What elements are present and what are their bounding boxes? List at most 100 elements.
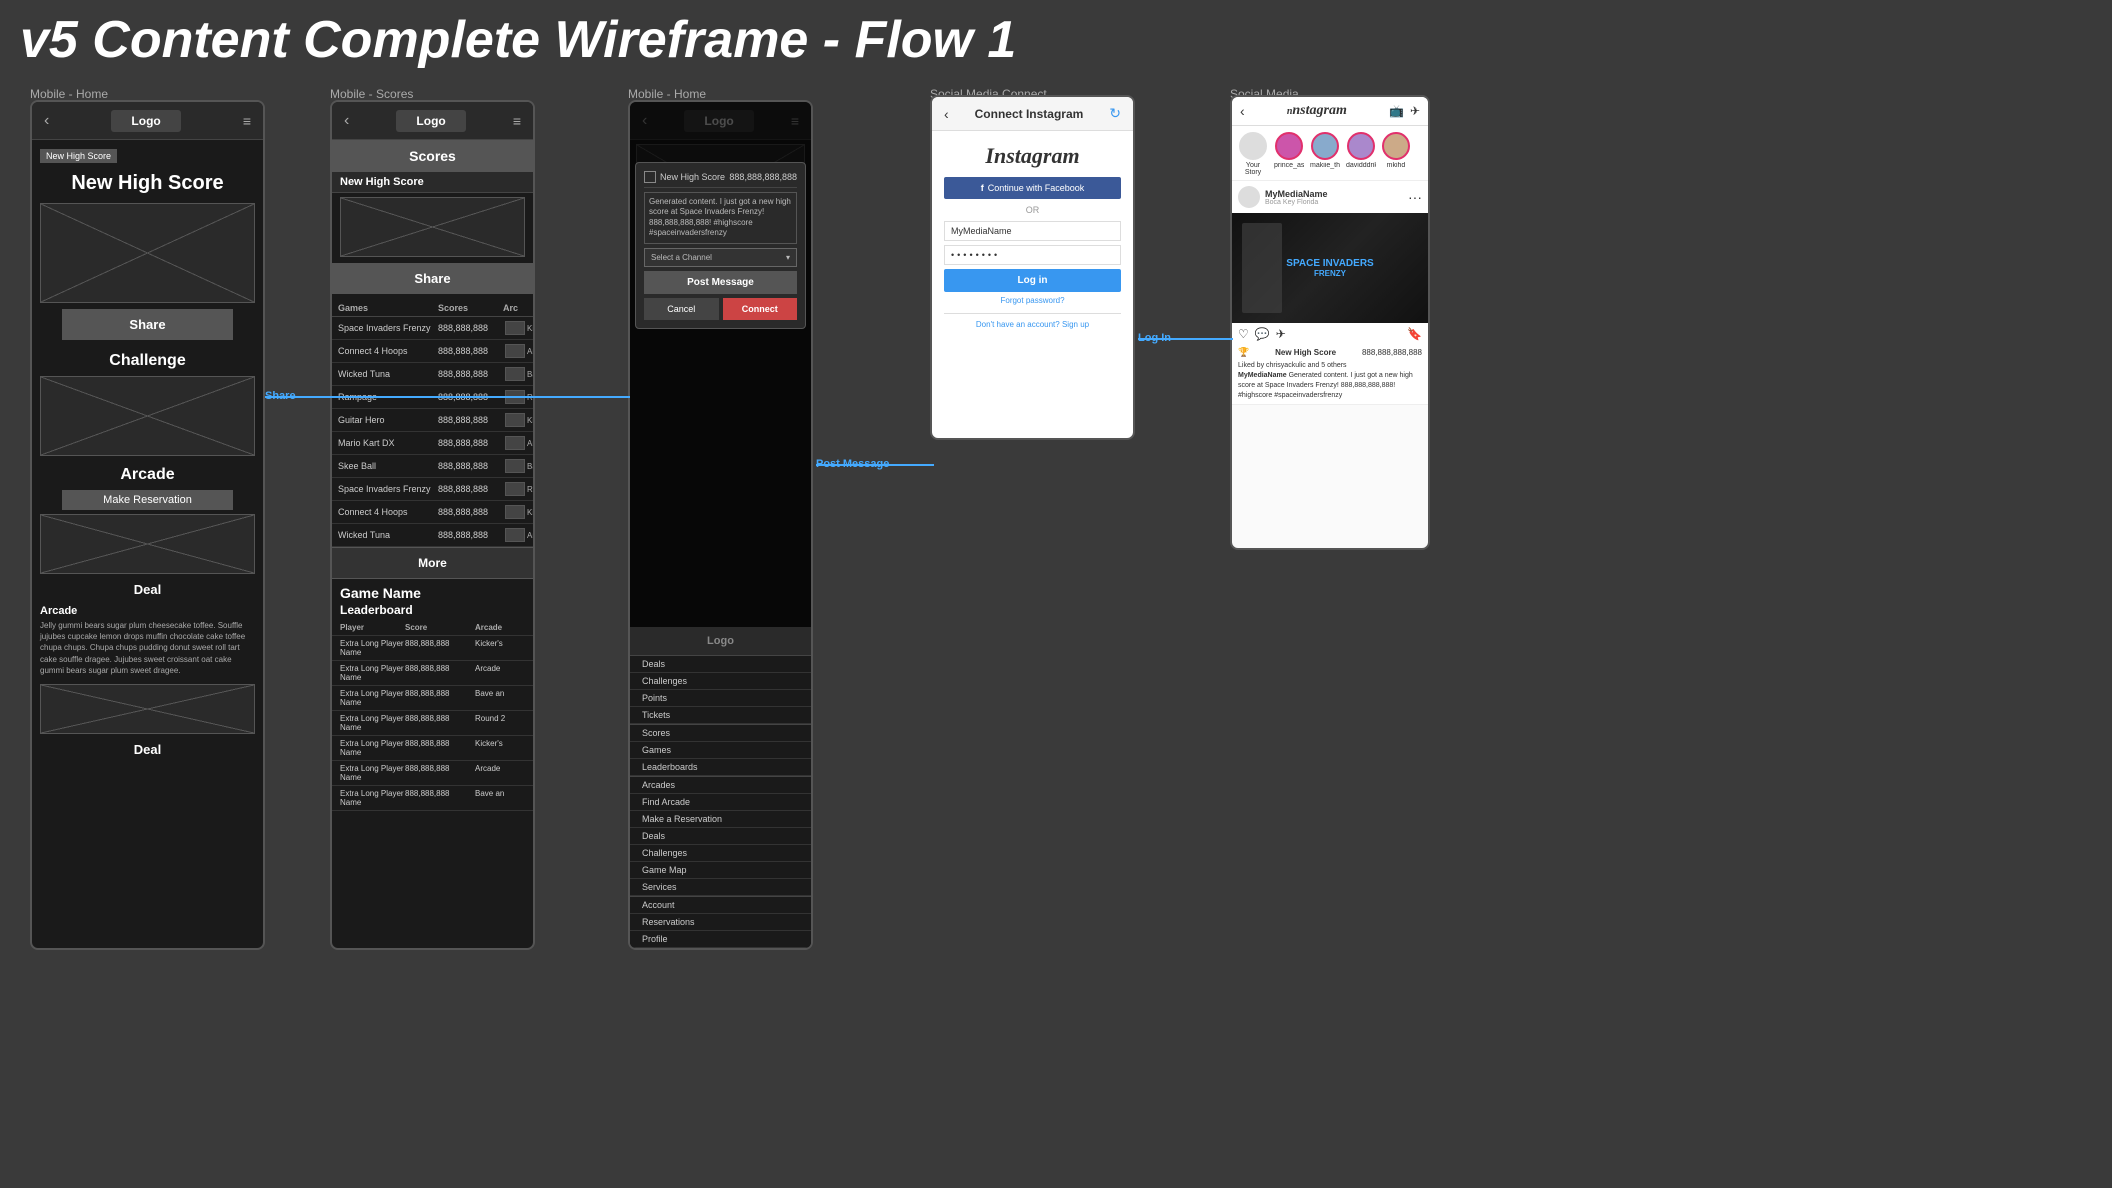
table-row[interactable]: Wicked Tuna 888,888,888 Arc bbox=[332, 524, 533, 547]
post-user-info: MyMediaName Boca Key Florida bbox=[1265, 189, 1328, 206]
leaderboard-row[interactable]: Extra Long Player Name 888,888,888 Kicke… bbox=[332, 636, 533, 661]
post-more-button[interactable]: ··· bbox=[1408, 189, 1422, 205]
nav-item[interactable]: Games bbox=[630, 742, 811, 759]
more-button[interactable]: More bbox=[332, 547, 533, 579]
tv-icon[interactable]: 📺 bbox=[1389, 104, 1404, 118]
nav-item[interactable]: Make a Reservation bbox=[630, 811, 811, 828]
table-row[interactable]: Mario Kart DX 888,888,888 Arc bbox=[332, 432, 533, 455]
modal-nhs-row: New High Score 888,888,888,888 bbox=[644, 171, 797, 188]
story-3[interactable]: davidddrik... bbox=[1346, 132, 1376, 176]
back-icon-1[interactable]: ‹ bbox=[44, 112, 49, 130]
send-icon[interactable]: ✈ bbox=[1410, 104, 1420, 118]
lb-col-player: Player bbox=[340, 623, 405, 632]
scores-tab[interactable]: Scores bbox=[332, 140, 533, 172]
leaderboard-row[interactable]: Extra Long Player Name 888,888,888 Arcad… bbox=[332, 661, 533, 686]
table-row[interactable]: Space Invaders Frenzy 888,888,888 Kick bbox=[332, 317, 533, 340]
table-row[interactable]: Space Invaders Frenzy 888,888,888 Rou bbox=[332, 478, 533, 501]
table-row[interactable]: Wicked Tuna 888,888,888 Baw bbox=[332, 363, 533, 386]
nav-item[interactable]: Tickets bbox=[630, 707, 811, 724]
message-text-box[interactable]: Generated content. I just got a new high… bbox=[644, 192, 797, 244]
leaderboard-row[interactable]: Extra Long Player Name 888,888,888 Kicke… bbox=[332, 736, 533, 761]
signup-link[interactable]: Sign up bbox=[1062, 320, 1089, 329]
nav-item[interactable]: Account bbox=[630, 897, 811, 914]
lb-score-cell: 888,888,888 bbox=[405, 789, 475, 807]
post-new-high-score: 🏆 New High Score 888,888,888,888 bbox=[1232, 345, 1428, 362]
password-field[interactable]: •••••••• bbox=[944, 245, 1121, 265]
leaderboard-row[interactable]: Extra Long Player Name 888,888,888 Bave … bbox=[332, 786, 533, 811]
nhs-checkbox[interactable] bbox=[644, 171, 656, 183]
nav-item[interactable]: Game Map bbox=[630, 862, 811, 879]
menu-icon-1[interactable]: ≡ bbox=[243, 113, 251, 129]
frame-mobile-scores: ‹ Logo ≡ Scores New High Score Share Gam… bbox=[330, 100, 535, 950]
back-icon-5[interactable]: ‹ bbox=[1240, 103, 1245, 119]
arcade-name-cell: Kick bbox=[527, 508, 535, 517]
game-name-cell: Connect 4 Hoops bbox=[338, 507, 438, 517]
label-mobile-home-2: Mobile - Home bbox=[628, 87, 706, 101]
game-name-cell: Wicked Tuna bbox=[338, 530, 438, 540]
scores-table-header: Games Scores Arc bbox=[332, 300, 533, 317]
lb-player-cell: Extra Long Player Name bbox=[340, 789, 405, 807]
nav-item[interactable]: Services bbox=[630, 879, 811, 896]
heart-icon[interactable]: ♡ bbox=[1238, 327, 1249, 341]
nav-item[interactable]: Deals bbox=[630, 828, 811, 845]
channel-select[interactable]: Select a Channel ▾ bbox=[644, 248, 797, 267]
story-your[interactable]: Your Story bbox=[1238, 132, 1268, 176]
fb-icon: f bbox=[981, 183, 984, 193]
nav-item[interactable]: Profile bbox=[630, 931, 811, 948]
lb-arcade-cell: Kicker's bbox=[475, 739, 525, 757]
share-button-1[interactable]: Share bbox=[62, 309, 233, 340]
share-icon[interactable]: ✈ bbox=[1276, 327, 1286, 341]
lb-score-cell: 888,888,888 bbox=[405, 639, 475, 657]
nav-item[interactable]: Leaderboards bbox=[630, 759, 811, 776]
table-row[interactable]: Guitar Hero 888,888,888 Kick bbox=[332, 409, 533, 432]
leaderboard-row[interactable]: Extra Long Player Name 888,888,888 Bave … bbox=[332, 686, 533, 711]
frame-connect-instagram: ‹ Connect Instagram ↻ Instagram f Contin… bbox=[930, 95, 1135, 440]
instagram-login-body: Instagram f Continue with Facebook OR My… bbox=[932, 131, 1133, 341]
username-field[interactable]: MyMediaName bbox=[944, 221, 1121, 241]
table-row[interactable]: Skee Ball 888,888,888 Baw bbox=[332, 455, 533, 478]
connect-button[interactable]: Connect bbox=[723, 298, 798, 320]
make-reservation-button[interactable]: Make Reservation bbox=[62, 490, 233, 510]
lb-col-score: Score bbox=[405, 623, 475, 632]
story-1[interactable]: prince_as... bbox=[1274, 132, 1304, 176]
game-title-text: SPACE INVADERS FRENZY bbox=[1286, 258, 1373, 278]
fb-login-button[interactable]: f Continue with Facebook bbox=[944, 177, 1121, 199]
modal-nhs-score: 888,888,888,888 bbox=[729, 172, 797, 182]
story-2[interactable]: makiie_thea... bbox=[1310, 132, 1340, 176]
share-button-2[interactable]: Share bbox=[332, 263, 533, 294]
nav-item[interactable]: Challenges bbox=[630, 673, 811, 690]
menu-icon-2[interactable]: ≡ bbox=[513, 113, 521, 129]
lb-player-cell: Extra Long Player Name bbox=[340, 764, 405, 782]
nav-item[interactable]: Arcades bbox=[630, 777, 811, 794]
back-icon-4[interactable]: ‹ bbox=[944, 106, 949, 122]
leaderboard-row[interactable]: Extra Long Player Name 888,888,888 Arcad… bbox=[332, 761, 533, 786]
nav-item[interactable]: Scores bbox=[630, 725, 811, 742]
modal-nhs-label: New High Score bbox=[660, 172, 725, 182]
nav-item[interactable]: Deals bbox=[630, 656, 811, 673]
score-cell: 888,888,888 bbox=[438, 369, 503, 379]
post-image: SPACE INVADERS FRENZY bbox=[1232, 213, 1428, 323]
bookmark-icon[interactable]: 🔖 bbox=[1407, 327, 1422, 341]
leaderboard-row[interactable]: Extra Long Player Name 888,888,888 Round… bbox=[332, 711, 533, 736]
nav-item[interactable]: Challenges bbox=[630, 845, 811, 862]
cancel-button[interactable]: Cancel bbox=[644, 298, 719, 320]
back-icon-2[interactable]: ‹ bbox=[344, 112, 349, 130]
table-row[interactable]: Connect 4 Hoops 888,888,888 Arc bbox=[332, 340, 533, 363]
challenge-title: Challenge bbox=[32, 346, 263, 372]
story-4[interactable]: mkihd bbox=[1382, 132, 1410, 176]
table-row[interactable]: Connect 4 Hoops 888,888,888 Kick bbox=[332, 501, 533, 524]
refresh-icon[interactable]: ↻ bbox=[1109, 105, 1121, 122]
comment-icon[interactable]: 💬 bbox=[1255, 327, 1270, 341]
character-silhouette bbox=[1242, 223, 1282, 313]
login-button[interactable]: Log in bbox=[944, 269, 1121, 292]
post-message-button[interactable]: Post Message bbox=[644, 271, 797, 294]
nav-item[interactable]: Points bbox=[630, 690, 811, 707]
score-cell: 888,888,888 bbox=[438, 461, 503, 471]
nav-item[interactable]: Find Arcade bbox=[630, 794, 811, 811]
challenge-image bbox=[40, 376, 255, 456]
game-name-cell: Mario Kart DX bbox=[338, 438, 438, 448]
lb-player-cell: Extra Long Player Name bbox=[340, 714, 405, 732]
forgot-password-link[interactable]: Forgot password? bbox=[944, 296, 1121, 305]
arcade-name-cell: Baw bbox=[527, 370, 535, 379]
nav-item[interactable]: Reservations bbox=[630, 914, 811, 931]
